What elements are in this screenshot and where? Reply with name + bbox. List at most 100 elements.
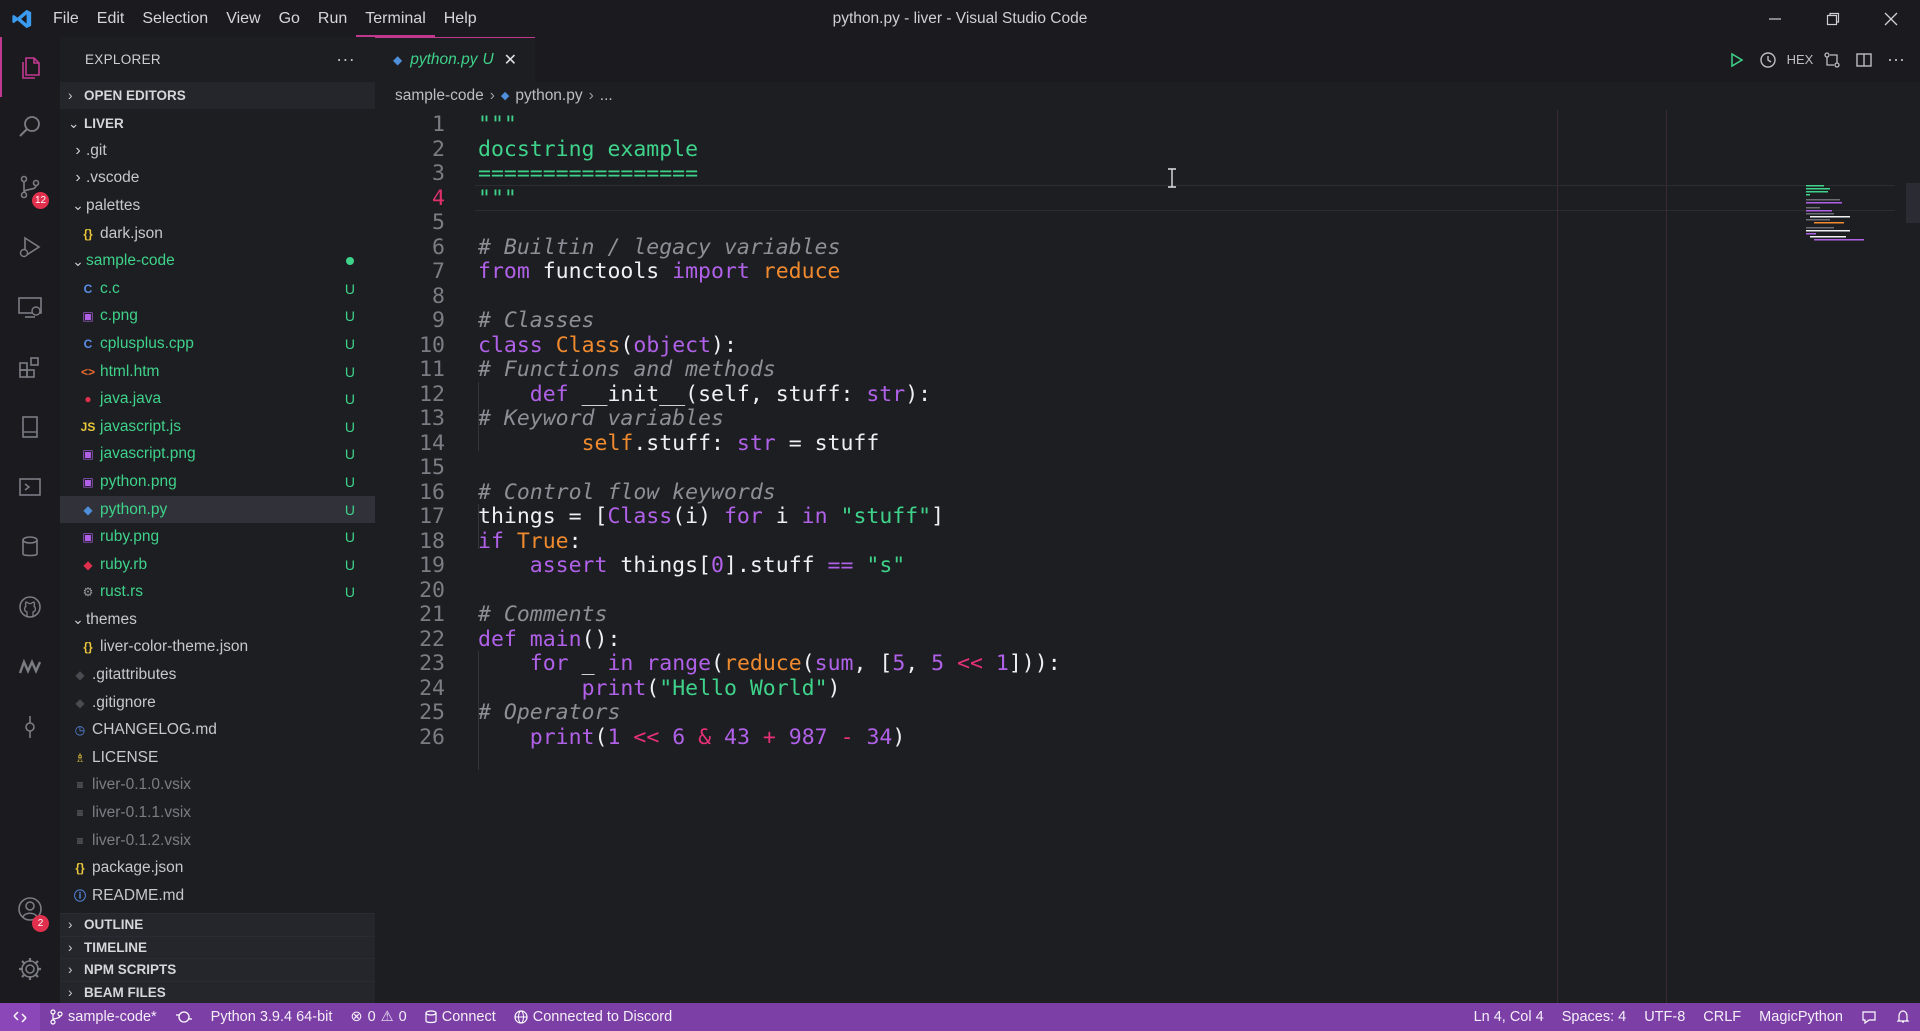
search-icon[interactable]: [0, 97, 60, 157]
tree-file[interactable]: JS javascript.js U: [60, 413, 375, 441]
tree-file[interactable]: ◆ ruby.rb U: [60, 551, 375, 579]
tree-file[interactable]: ⚙ rust.rs U: [60, 579, 375, 607]
feedback-icon[interactable]: [1852, 1009, 1886, 1025]
file-type-icon: ◆: [75, 695, 85, 710]
menu-view[interactable]: View: [217, 0, 269, 37]
remote-explorer-icon[interactable]: [0, 277, 60, 337]
tree-item-label: README.md: [92, 886, 185, 904]
problems-status[interactable]: ⊗ 0 ⚠ 0: [341, 1009, 415, 1025]
tree-folder[interactable]: ⌄ themes: [60, 606, 375, 634]
menu-run[interactable]: Run: [309, 0, 356, 37]
close-tab-icon[interactable]: ✕: [504, 50, 517, 70]
remote-indicator-icon[interactable]: [0, 1003, 40, 1031]
connect-status[interactable]: Connect: [416, 1009, 505, 1025]
restore-icon[interactable]: [1804, 0, 1862, 37]
file-type-icon: ⚙: [82, 585, 94, 600]
tree-file[interactable]: Cc.c U: [60, 275, 375, 303]
run-file-icon[interactable]: [1720, 37, 1752, 82]
tree-file[interactable]: ▣ javascript.png U: [60, 441, 375, 469]
tree-file[interactable]: ≡ liver-0.1.1.vsix: [60, 799, 375, 827]
split-editor-icon[interactable]: [1848, 37, 1880, 82]
open-editors-section[interactable]: › OPEN EDITORS: [60, 82, 375, 109]
python-interpreter[interactable]: Python 3.9.4 64-bit: [202, 1009, 342, 1025]
tree-file[interactable]: <> html.htm U: [60, 358, 375, 386]
code-token: = stuff: [775, 430, 880, 456]
vertical-scrollbar[interactable]: [1906, 183, 1920, 223]
tree-file[interactable]: ⓘ README.md: [60, 882, 375, 910]
tree-file[interactable]: ▣ python.png U: [60, 468, 375, 496]
tree-file[interactable]: ◆ python.py U: [60, 495, 375, 524]
scm-m-icon[interactable]: [0, 637, 60, 697]
code-token: .stuff:: [633, 430, 737, 456]
hex-editor-icon[interactable]: HEX: [1784, 37, 1816, 82]
workspace-root[interactable]: ⌄ LIVER: [60, 110, 375, 137]
compare-changes-icon[interactable]: [1816, 37, 1848, 82]
history-icon[interactable]: [1752, 37, 1784, 82]
tree-file[interactable]: ▣ c.png U: [60, 303, 375, 331]
code-line: def __init__(self, stuff: str):: [478, 382, 931, 407]
terminal-icon[interactable]: [0, 457, 60, 517]
book-icon[interactable]: [0, 397, 60, 457]
tree-folder[interactable]: › .vscode: [60, 165, 375, 193]
tree-file[interactable]: {} liver-color-theme.json: [60, 634, 375, 662]
tree-file[interactable]: ▣ ruby.png U: [60, 523, 375, 551]
database-icon: [425, 1010, 437, 1024]
cursor-position[interactable]: Ln 4, Col 4: [1465, 1009, 1553, 1025]
tree-file[interactable]: ● java.java U: [60, 385, 375, 413]
run-debug-icon[interactable]: [0, 217, 60, 277]
encoding[interactable]: UTF-8: [1635, 1009, 1694, 1025]
language-mode[interactable]: MagicPython: [1750, 1009, 1852, 1025]
menu-selection[interactable]: Selection: [133, 0, 217, 37]
code-token: Class: [607, 504, 673, 529]
tab-python-py[interactable]: ◆ python.py U ✕: [375, 37, 535, 82]
section-beam-files[interactable]: › BEAM FILES: [60, 980, 375, 1003]
tree-folder[interactable]: ⌄ sample-code: [60, 247, 375, 275]
code-editor[interactable]: 1 """ 2 docstring example 3 =================…: [375, 110, 1920, 1003]
breadcrumb-file[interactable]: python.py: [515, 87, 582, 105]
section-timeline[interactable]: › TIMELINE: [60, 935, 375, 958]
breadcrumb-symbol[interactable]: ...: [600, 87, 613, 105]
tree-file[interactable]: ◆ .gitignore: [60, 689, 375, 717]
source-control-icon[interactable]: 12: [0, 157, 60, 217]
tree-file[interactable]: {} dark.json: [60, 220, 375, 248]
tree-file[interactable]: ≡ liver-0.1.2.vsix: [60, 827, 375, 855]
gear-icon[interactable]: [0, 939, 60, 999]
section-npm-scripts[interactable]: › NPM SCRIPTS: [60, 958, 375, 981]
more-actions-icon[interactable]: ···: [336, 49, 355, 70]
explorer-icon[interactable]: [0, 37, 60, 97]
tree-folder[interactable]: ⌄ palettes: [60, 192, 375, 220]
breadcrumb-folder[interactable]: sample-code: [395, 87, 484, 105]
minimap[interactable]: [1806, 183, 1906, 243]
database-icon[interactable]: [0, 517, 60, 577]
tree-file[interactable]: Ccplusplus.cpp U: [60, 330, 375, 358]
indentation[interactable]: Spaces: 4: [1553, 1009, 1636, 1025]
minimize-icon[interactable]: [1746, 0, 1804, 37]
menu-edit[interactable]: Edit: [88, 0, 134, 37]
line-ending[interactable]: CRLF: [1694, 1009, 1750, 1025]
tree-file[interactable]: ◆ .gitattributes: [60, 661, 375, 689]
menu-file[interactable]: File: [44, 0, 88, 37]
extensions-icon[interactable]: [0, 337, 60, 397]
section-outline[interactable]: › OUTLINE: [60, 913, 375, 936]
tree-folder[interactable]: › .git: [60, 137, 375, 165]
menu-terminal[interactable]: Terminal: [356, 0, 435, 37]
notifications-bell-icon[interactable]: [1886, 1009, 1920, 1025]
tree-item-label: c.png: [100, 307, 138, 325]
tree-file[interactable]: {} package.json: [60, 854, 375, 882]
timeline-commit-icon[interactable]: [0, 697, 60, 757]
tree-file[interactable]: ♗ LICENSE: [60, 744, 375, 772]
accounts-icon[interactable]: 2: [0, 879, 60, 939]
menu-help[interactable]: Help: [435, 0, 486, 37]
more-editor-actions-icon[interactable]: ···: [1880, 37, 1912, 82]
github-icon[interactable]: [0, 577, 60, 637]
sync-status[interactable]: [166, 1010, 202, 1024]
close-icon[interactable]: [1862, 0, 1920, 37]
tree-file[interactable]: ◷ CHANGELOG.md: [60, 716, 375, 744]
tree-file[interactable]: ≡ liver-0.1.0.vsix: [60, 772, 375, 800]
discord-status[interactable]: Connected to Discord: [505, 1009, 681, 1025]
branch-status[interactable]: sample-code*: [40, 1009, 166, 1025]
code-token: =================: [478, 161, 699, 186]
menu-go[interactable]: Go: [270, 0, 309, 37]
tree-item-label: CHANGELOG.md: [92, 721, 217, 739]
